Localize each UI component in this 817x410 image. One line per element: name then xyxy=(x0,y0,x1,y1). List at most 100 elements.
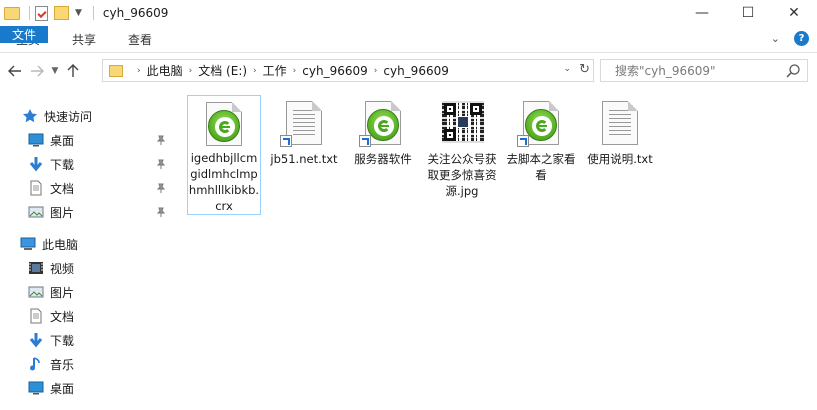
arrow-left-icon xyxy=(8,65,21,77)
expand-ribbon-chevron-icon[interactable]: ⌄ xyxy=(771,32,780,45)
pin-icon[interactable] xyxy=(156,183,166,193)
breadcrumb-drive-e[interactable]: 文档 (E:) xyxy=(198,62,247,79)
sidebar-item-label: 文档 xyxy=(50,309,75,324)
tab-view[interactable]: 查看 xyxy=(112,26,168,52)
forward-button[interactable] xyxy=(26,60,48,82)
sidebar-item-label: 图片 xyxy=(50,285,75,300)
address-bar[interactable]: › 此电脑 › 文档 (E:) › 工作 › cyh_96609 › cyh_9… xyxy=(102,59,594,82)
address-history-chevron-icon[interactable]: ⌄ xyxy=(563,64,571,74)
search-placeholder: 搜索"cyh_96609" xyxy=(615,64,716,78)
toolbar-divider xyxy=(29,6,30,20)
qr-code-image-icon xyxy=(438,99,486,147)
sidebar-item-pc-documents[interactable]: 文档 xyxy=(28,305,74,327)
close-button[interactable]: ✕ xyxy=(771,0,817,26)
ribbon-tabs: 文件 主页 共享 查看 ⌄ ? xyxy=(0,26,817,53)
breadcrumb-work[interactable]: 工作 xyxy=(263,62,287,79)
crx-file-icon xyxy=(359,99,407,147)
file-item[interactable]: 去脚本之家看看 xyxy=(504,95,578,183)
arrow-up-icon xyxy=(67,64,79,77)
recent-locations-chevron-icon[interactable]: ▼ xyxy=(48,66,62,76)
sidebar-item-label: 下载 xyxy=(50,157,75,172)
shortcut-arrow-icon xyxy=(359,135,371,147)
sidebar-item-videos[interactable]: 视频 xyxy=(28,257,74,279)
star-icon xyxy=(23,109,37,123)
up-button[interactable] xyxy=(62,60,84,82)
sidebar-item-pc-downloads[interactable]: 下载 xyxy=(28,329,74,351)
text-file-icon xyxy=(280,99,328,147)
sidebar-item-label: 下载 xyxy=(50,333,75,348)
sidebar-item-label: 视频 xyxy=(50,261,75,276)
sidebar-item-pictures[interactable]: 图片 xyxy=(28,201,74,223)
arrow-right-icon xyxy=(31,65,44,77)
file-item[interactable]: jb51.net.txt xyxy=(267,95,341,167)
pictures-icon xyxy=(28,286,44,298)
file-item[interactable]: 关注公众号获取更多惊喜资源.jpg xyxy=(425,95,499,199)
maximize-button[interactable]: ☐ xyxy=(725,0,771,26)
sidebar-item-label: 文档 xyxy=(50,181,75,196)
file-name: 去脚本之家看看 xyxy=(506,152,576,182)
sidebar-item-documents[interactable]: 文档 xyxy=(28,177,74,199)
file-item[interactable]: igedhbjllcmgidlmhclmphmhlllkibkb.crx xyxy=(187,95,261,215)
window-title: cyh_96609 xyxy=(102,6,169,20)
search-input[interactable]: 搜索"cyh_96609" xyxy=(600,59,808,82)
file-name: 关注公众号获取更多惊喜资源.jpg xyxy=(427,152,497,198)
sidebar-item-music[interactable]: 音乐 xyxy=(28,353,74,375)
breadcrumb-cyh-96609-current[interactable]: cyh_96609 xyxy=(383,64,448,78)
folder-icon[interactable] xyxy=(4,6,20,20)
sidebar-item-label: 桌面 xyxy=(50,381,75,396)
document-icon xyxy=(30,180,42,196)
chevron-right-icon[interactable]: › xyxy=(374,66,378,76)
title-bar: ▼ cyh_96609 — ☐ ✕ xyxy=(0,0,817,26)
toolbar-divider xyxy=(92,6,94,20)
sidebar-item-desktop[interactable]: 桌面 xyxy=(28,129,74,151)
desktop-icon xyxy=(28,133,44,147)
sidebar-item-pc-desktop[interactable]: 桌面 xyxy=(28,377,74,399)
sidebar-item-downloads[interactable]: 下载 xyxy=(28,153,74,175)
tab-file[interactable]: 文件 xyxy=(0,26,48,43)
back-button[interactable] xyxy=(4,60,26,82)
folder-icon xyxy=(109,64,123,77)
shortcut-arrow-icon xyxy=(280,135,292,147)
document-icon xyxy=(30,308,42,324)
new-folder-icon[interactable] xyxy=(54,6,69,20)
file-item[interactable]: 使用说明.txt xyxy=(583,95,657,167)
chevron-right-icon[interactable]: › xyxy=(293,66,297,76)
video-icon xyxy=(29,262,43,274)
breadcrumb-cyh-96609[interactable]: cyh_96609 xyxy=(302,64,367,78)
text-file-icon xyxy=(596,99,644,147)
pin-icon[interactable] xyxy=(156,135,166,145)
sidebar-item-label: 快速访问 xyxy=(44,109,93,124)
file-item[interactable]: 服务器软件 xyxy=(346,95,420,167)
download-icon xyxy=(29,157,43,172)
file-name: jb51.net.txt xyxy=(270,152,338,166)
file-list: igedhbjllcmgidlmhclmphmhlllkibkb.crx jb5… xyxy=(180,90,817,410)
search-icon[interactable] xyxy=(785,63,801,79)
file-name: 服务器软件 xyxy=(354,152,412,166)
sidebar-item-pc-pictures[interactable]: 图片 xyxy=(28,281,74,303)
help-icon[interactable]: ? xyxy=(794,31,809,46)
sidebar-item-label: 桌面 xyxy=(50,133,75,148)
pin-icon[interactable] xyxy=(156,159,166,169)
navigation-pane: 快速访问 桌面 下载 文档 图片 此电脑 视频 图片 文档 下载 音乐 桌面 xyxy=(0,100,178,410)
quick-access-toolbar: ▼ xyxy=(0,0,99,26)
pictures-icon xyxy=(28,206,44,218)
download-icon xyxy=(29,333,43,348)
properties-icon[interactable] xyxy=(35,5,48,21)
sidebar-item-label: 图片 xyxy=(50,205,75,220)
sidebar-item-quick-access[interactable]: 快速访问 xyxy=(22,105,92,127)
navigation-bar: ▼ › 此电脑 › 文档 (E:) › 工作 › cyh_96609 › cyh… xyxy=(0,53,817,89)
chevron-right-icon[interactable]: › xyxy=(189,66,193,76)
breadcrumb-this-pc[interactable]: 此电脑 xyxy=(147,62,183,79)
desktop-icon xyxy=(28,381,44,395)
file-name: igedhbjllcmgidlmhclmphmhlllkibkb.crx xyxy=(188,151,260,213)
sidebar-item-this-pc[interactable]: 此电脑 xyxy=(20,233,78,255)
tab-share[interactable]: 共享 xyxy=(56,26,112,52)
refresh-icon[interactable]: ↻ xyxy=(579,62,590,77)
computer-icon xyxy=(20,237,36,250)
file-name: 使用说明.txt xyxy=(587,152,653,166)
minimize-button[interactable]: — xyxy=(679,0,725,26)
chevron-right-icon[interactable]: › xyxy=(253,66,257,76)
pin-icon[interactable] xyxy=(156,207,166,217)
customize-toolbar-chevron-icon[interactable]: ▼ xyxy=(75,8,82,18)
chevron-right-icon[interactable]: › xyxy=(137,66,141,76)
